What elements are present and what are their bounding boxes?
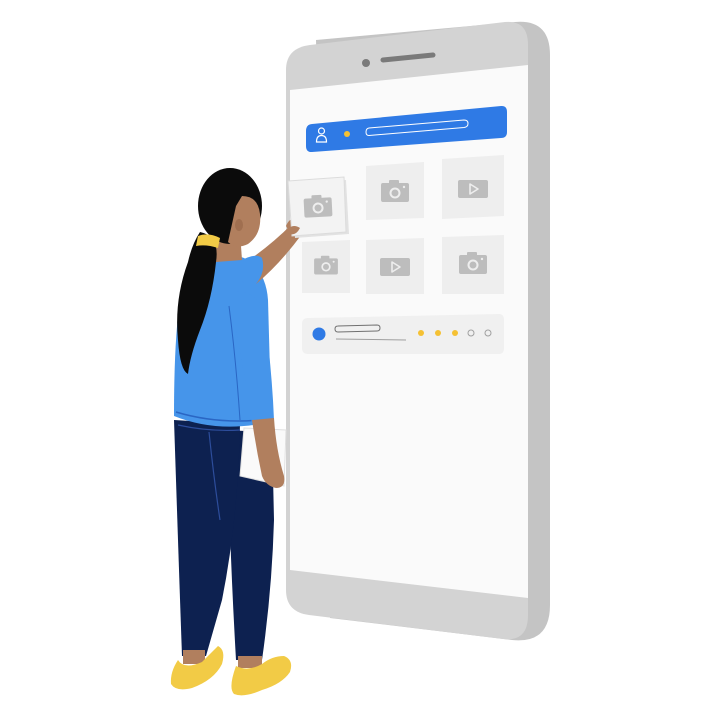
- front-leg: [174, 420, 240, 656]
- media-tile[interactable]: [442, 155, 504, 219]
- list-item-card[interactable]: [302, 314, 504, 354]
- illustration-scene: [0, 0, 720, 720]
- list-item-avatar: [312, 327, 326, 341]
- camera-icon: [459, 252, 487, 274]
- media-tile[interactable]: [302, 240, 350, 293]
- camera-dot: [362, 59, 370, 67]
- camera-icon: [381, 180, 409, 202]
- play-icon: [457, 179, 489, 199]
- media-tile[interactable]: [442, 235, 504, 294]
- media-tile[interactable]: [366, 238, 424, 294]
- media-tile[interactable]: [366, 162, 424, 220]
- camera-icon: [314, 255, 338, 275]
- phone: [286, 21, 550, 641]
- play-icon: [379, 257, 411, 277]
- header-status-dot: [344, 131, 350, 137]
